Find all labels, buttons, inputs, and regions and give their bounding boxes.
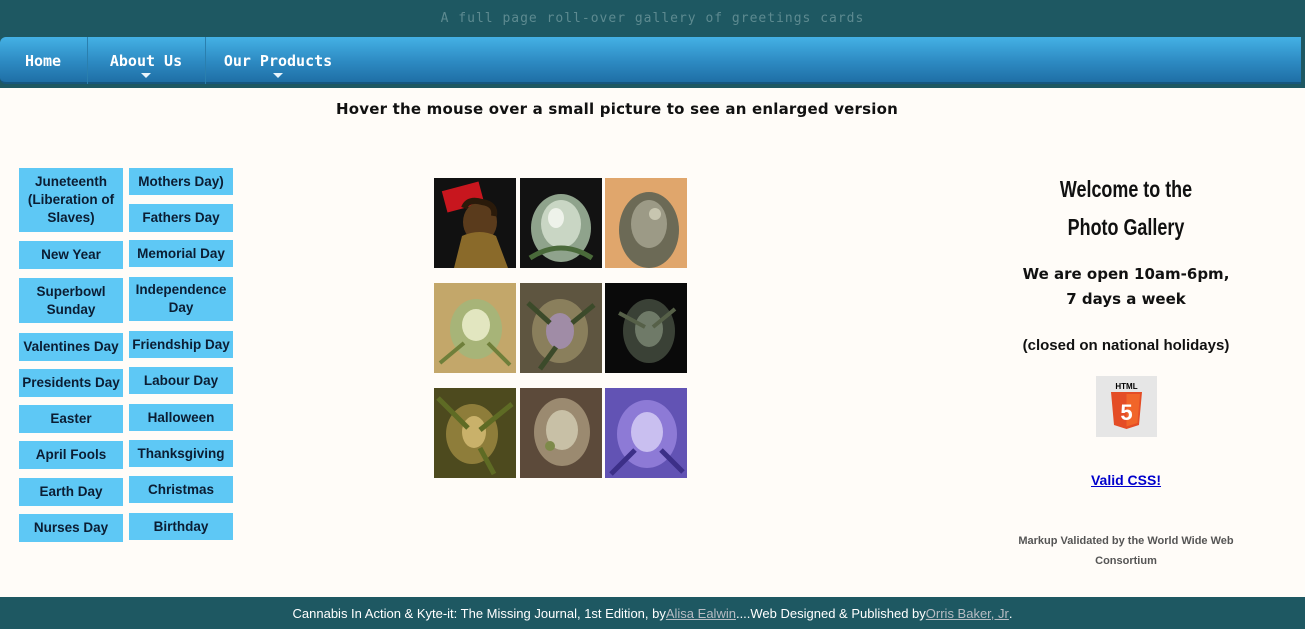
holiday-button-independence-day[interactable]: Independence Day — [129, 277, 233, 321]
opening-days-line: 7 days a week — [1066, 290, 1186, 308]
holiday-button-easter[interactable]: Easter — [19, 405, 123, 433]
html5-badge[interactable]: HTML 5 — [1096, 376, 1157, 437]
nav-our-products[interactable]: Our Products — [206, 37, 350, 84]
holiday-button-april-fools[interactable]: April Fools — [19, 441, 123, 469]
html5-badge-number: 5 — [1120, 400, 1132, 425]
footer-author-link[interactable]: Alisa Ealwin — [666, 606, 736, 621]
holiday-button-juneteenth[interactable]: Juneteenth (Liberation of Slaves) — [19, 168, 123, 232]
gallery-thumbnail-green-leaf-bud[interactable] — [434, 388, 516, 478]
footer-text-middle: ....Web Designed & Published by — [735, 605, 926, 621]
nav-home[interactable]: Home — [0, 37, 86, 84]
opening-hours: We are open 10am-6pm, 7 days a week — [1008, 262, 1244, 312]
footer-designer-link[interactable]: Orris Baker, Jr — [926, 606, 1009, 621]
site-title: A full page roll-over gallery of greetin… — [440, 11, 865, 26]
main-nav: Home About Us Our Products — [0, 37, 1301, 84]
chevron-down-icon — [141, 73, 151, 78]
html5-icon: HTML 5 — [1111, 382, 1142, 429]
nav-home-label: Home — [24, 51, 62, 70]
holiday-button-friendship-day[interactable]: Friendship Day — [129, 331, 233, 358]
gallery-thumbnail-orange-bud[interactable] — [605, 178, 687, 268]
gallery-thumbnail-frosty-bud[interactable] — [520, 178, 602, 268]
valid-css-link[interactable]: Valid CSS! — [1008, 472, 1244, 488]
gallery-thumbnail-person[interactable] — [434, 178, 516, 268]
holiday-button-presidents-day[interactable]: Presidents Day — [19, 369, 123, 397]
holiday-button-halloween[interactable]: Halloween — [129, 404, 233, 431]
holiday-button-birthday[interactable]: Birthday — [129, 513, 233, 540]
welcome-heading: Welcome to the Photo Gallery — [1059, 176, 1193, 240]
holiday-button-valentines-day[interactable]: Valentines Day — [19, 333, 123, 361]
holiday-button-new-year[interactable]: New Year — [19, 241, 123, 269]
holiday-button-christmas[interactable]: Christmas — [129, 476, 233, 503]
gallery-thumbnail-golden-bud[interactable] — [434, 283, 516, 373]
chevron-down-icon — [273, 73, 283, 78]
nav-about-us[interactable]: About Us — [88, 37, 204, 84]
holiday-button-fathers-day[interactable]: Fathers Day — [129, 204, 233, 232]
gallery-thumbnail-dark-leaf-bud[interactable] — [605, 283, 687, 373]
holiday-button-earth-day[interactable]: Earth Day — [19, 478, 123, 506]
instruction-text: Hover the mouse over a small picture to … — [335, 100, 899, 118]
opening-hours-line: We are open 10am-6pm, — [1022, 265, 1230, 283]
nav-our-products-label: Our Products — [223, 51, 333, 70]
holiday-closure-note: (closed on national holidays) — [1022, 337, 1230, 354]
holiday-button-mothers-day[interactable]: Mothers Day) — [129, 168, 233, 195]
header: A full page roll-over gallery of greetin… — [0, 0, 1305, 88]
footer-text-before: Cannabis In Action & Kyte-it: The Missin… — [292, 605, 666, 621]
nav-about-us-label: About Us — [109, 51, 183, 70]
footer: Cannabis In Action & Kyte-it: The Missin… — [0, 597, 1305, 629]
gallery-thumbnail-purple-glow-bud[interactable] — [605, 388, 687, 478]
holiday-button-memorial-day[interactable]: Memorial Day — [129, 240, 233, 267]
holiday-button-thanksgiving[interactable]: Thanksgiving — [129, 440, 233, 467]
gallery-thumbnail-trichome-bud[interactable] — [520, 388, 602, 478]
holiday-button-nurses-day[interactable]: Nurses Day — [19, 514, 123, 542]
footer-text-end: . — [1008, 605, 1013, 621]
html5-badge-label: HTML — [1115, 382, 1137, 391]
gallery-thumbnail-purple-leaf-bud[interactable] — [520, 283, 602, 373]
markup-validated-note: Markup Validated by the World Wide Web C… — [1018, 535, 1234, 567]
holiday-button-superbowl-sunday[interactable]: Superbowl Sunday — [19, 278, 123, 323]
holiday-button-labour-day[interactable]: Labour Day — [129, 367, 233, 394]
